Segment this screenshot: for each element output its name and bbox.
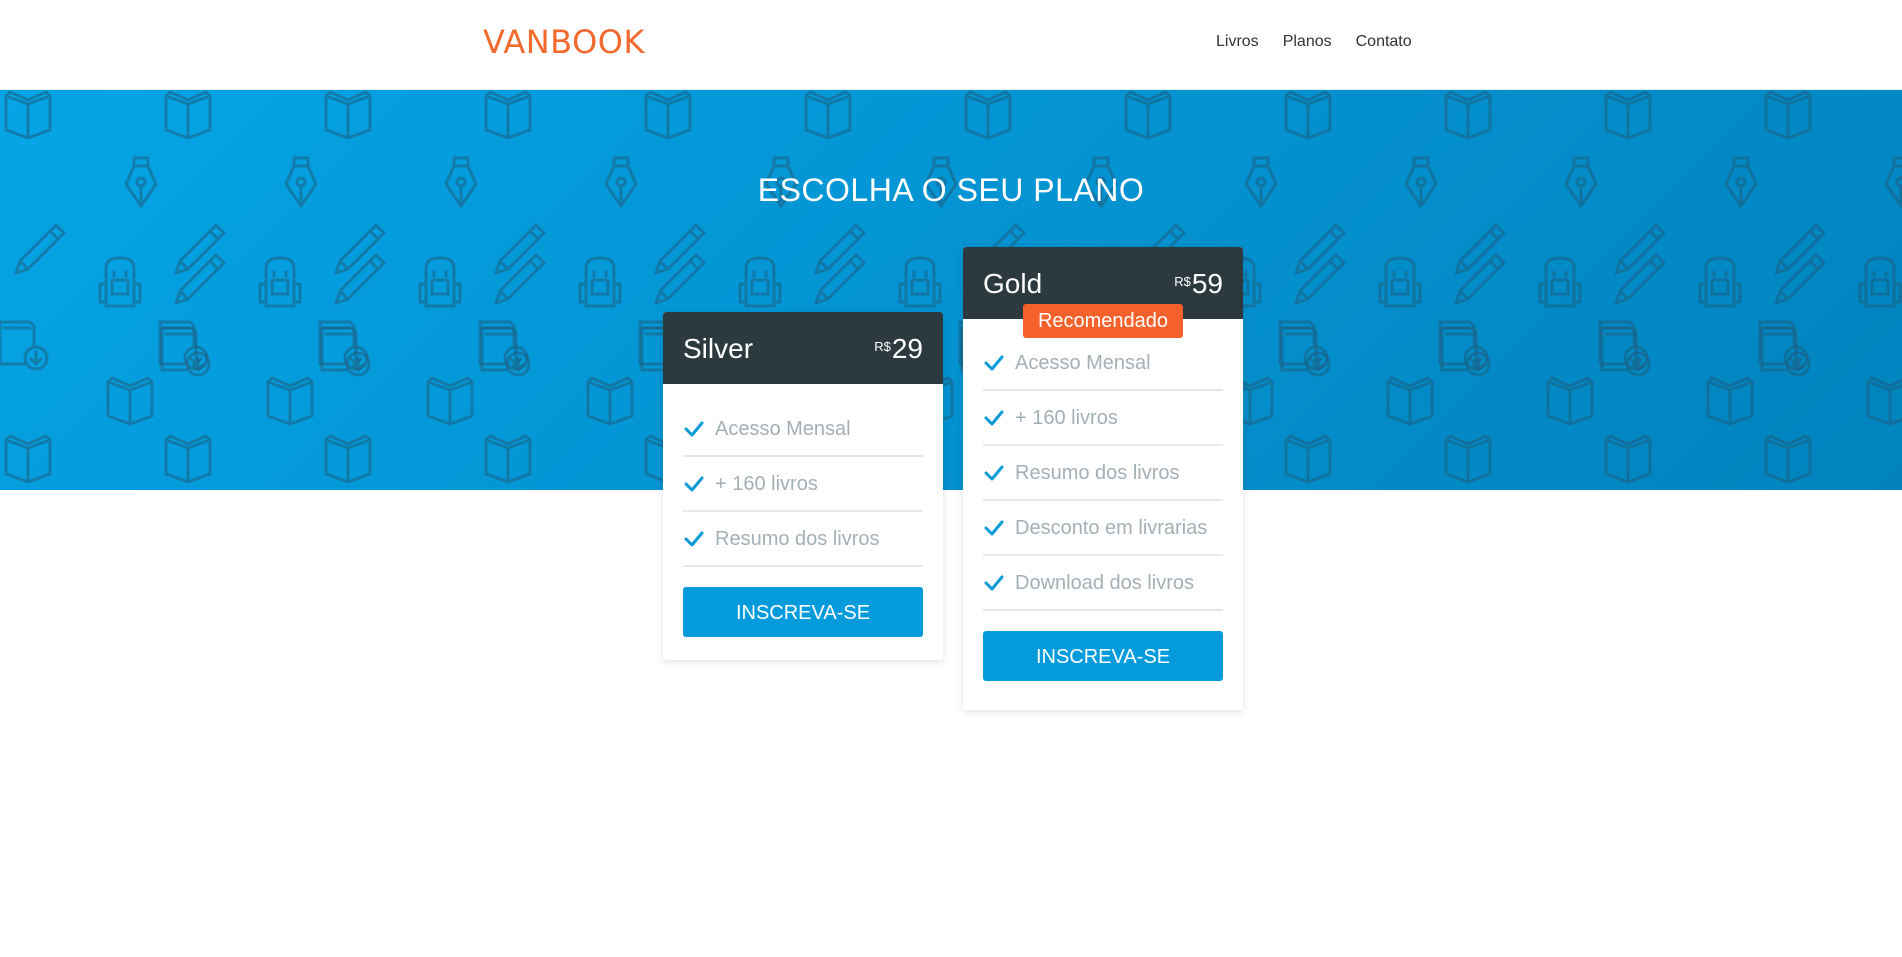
- open-book-icon: [164, 434, 212, 484]
- open-book-icon: [644, 90, 692, 140]
- open-book-icon: [484, 434, 532, 484]
- check-icon: [984, 575, 1004, 590]
- pencil-icon: [14, 223, 66, 275]
- plan-price: R$59: [1174, 267, 1223, 301]
- list-item: Resumo dos livros: [983, 446, 1223, 501]
- list-item: Acesso Mensal: [683, 402, 923, 457]
- open-book-icon: [266, 376, 314, 426]
- backpack-icon: [1538, 256, 1582, 308]
- backpack-icon: [418, 256, 462, 308]
- plan-card-silver: Silver R$29 Acesso Mensal + 160 livros R…: [663, 312, 943, 660]
- check-icon: [684, 531, 704, 546]
- plan-price: R$29: [874, 332, 923, 366]
- open-book-icon: [964, 90, 1012, 140]
- open-book-icon: [1386, 376, 1434, 426]
- feature-list: Acesso Mensal + 160 livros Resumo dos li…: [663, 384, 943, 567]
- book-download-icon: [0, 320, 49, 371]
- plan-name: Silver: [683, 333, 754, 364]
- open-book-icon: [1124, 90, 1172, 140]
- feature-label: Resumo dos livros: [1015, 461, 1180, 484]
- check-icon: [984, 355, 1004, 370]
- plan-card-gold: Gold R$59 Recomendado Acesso Mensal + 16…: [963, 247, 1243, 710]
- pattern-tiles: [0, 90, 1902, 484]
- subscribe-gold-button[interactable]: INSCREVA-SE: [983, 631, 1223, 681]
- feature-label: Acesso Mensal: [1015, 351, 1151, 374]
- nav-link-contato[interactable]: Contato: [1356, 31, 1412, 53]
- list-item: Desconto em livrarias: [983, 501, 1223, 556]
- open-book-icon: [1284, 434, 1332, 484]
- open-book-icon: [804, 90, 852, 140]
- list-item: + 160 livros: [683, 457, 923, 512]
- open-book-icon: [1764, 90, 1812, 140]
- check-icon: [984, 520, 1004, 535]
- check-icon: [684, 476, 704, 491]
- background-pattern: [0, 90, 1902, 484]
- price-value: 29: [891, 333, 923, 364]
- backpack-icon: [1378, 256, 1422, 308]
- list-item: Acesso Mensal: [983, 336, 1223, 391]
- list-item: Resumo dos livros: [683, 512, 923, 567]
- plan-header: Silver R$29: [663, 312, 943, 384]
- check-icon: [684, 421, 704, 436]
- logo[interactable]: VANBOOK: [483, 23, 645, 61]
- backpack-icon: [578, 256, 622, 308]
- open-book-icon: [1604, 90, 1652, 140]
- recommended-badge: Recomendado: [1023, 304, 1183, 338]
- feature-label: + 160 livros: [715, 472, 818, 495]
- open-book-icon: [1444, 90, 1492, 140]
- check-icon: [984, 465, 1004, 480]
- page-title: ESCOLHA O SEU PLANO: [757, 172, 1145, 208]
- list-item: + 160 livros: [983, 391, 1223, 446]
- open-book-icon: [484, 90, 532, 140]
- open-book-icon: [1764, 434, 1812, 484]
- open-book-icon: [4, 434, 52, 484]
- plan-header: Gold R$59 Recomendado: [963, 247, 1243, 338]
- backpack-icon: [898, 256, 942, 308]
- pricing-hero: ESCOLHA O SEU PLANO: [0, 90, 1902, 490]
- nav-link-planos[interactable]: Planos: [1283, 31, 1332, 53]
- open-book-icon: [164, 90, 212, 140]
- open-book-icon: [1866, 376, 1902, 426]
- check-icon: [984, 410, 1004, 425]
- open-book-icon: [106, 376, 154, 426]
- open-book-icon: [426, 376, 474, 426]
- price-value: 59: [1191, 268, 1223, 299]
- open-book-icon: [4, 90, 52, 140]
- list-item: Download dos livros: [983, 556, 1223, 611]
- backpack-icon: [738, 256, 782, 308]
- nav-link-livros[interactable]: Livros: [1216, 31, 1259, 53]
- main-nav: Livros Planos Contato: [1216, 31, 1412, 53]
- backpack-icon: [1698, 256, 1742, 308]
- site-header: VANBOOK Livros Planos Contato: [0, 0, 1902, 90]
- open-book-icon: [586, 376, 634, 426]
- backpack-icon: [258, 256, 302, 308]
- open-book-icon: [1284, 90, 1332, 140]
- open-book-icon: [1706, 376, 1754, 426]
- open-book-icon: [324, 434, 372, 484]
- feature-list: Acesso Mensal + 160 livros Resumo dos li…: [963, 319, 1243, 611]
- open-book-icon: [1604, 434, 1652, 484]
- subscribe-silver-button[interactable]: INSCREVA-SE: [683, 587, 923, 637]
- currency-symbol: R$: [1174, 274, 1191, 289]
- plan-name: Gold: [983, 268, 1043, 299]
- open-book-icon: [1546, 376, 1594, 426]
- feature-label: Acesso Mensal: [715, 417, 851, 440]
- feature-label: + 160 livros: [1015, 406, 1118, 429]
- currency-symbol: R$: [874, 339, 891, 354]
- open-book-icon: [1444, 434, 1492, 484]
- feature-label: Download dos livros: [1015, 571, 1194, 594]
- feature-label: Resumo dos livros: [715, 527, 880, 550]
- backpack-icon: [98, 256, 142, 308]
- open-book-icon: [324, 90, 372, 140]
- feature-label: Desconto em livrarias: [1015, 516, 1208, 539]
- backpack-icon: [1858, 256, 1902, 308]
